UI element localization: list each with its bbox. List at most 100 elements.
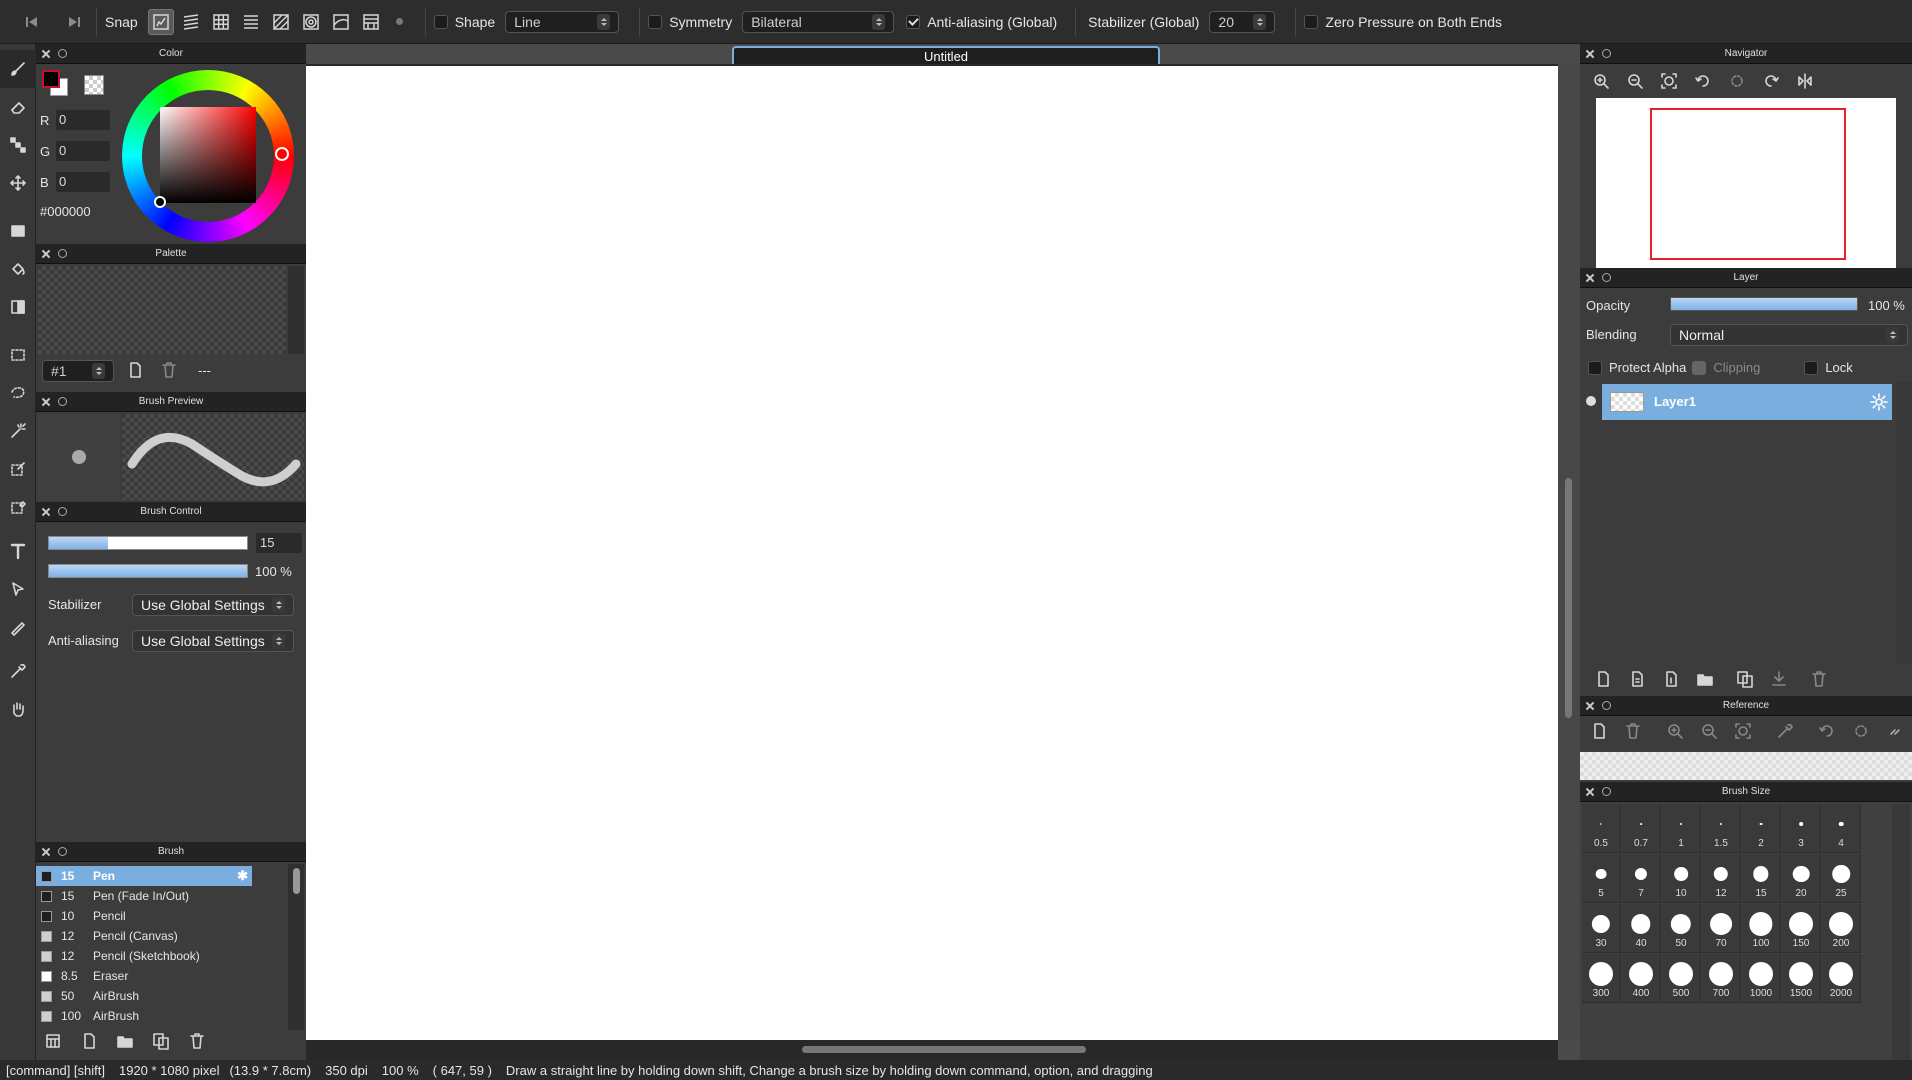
sv-cursor[interactable] xyxy=(154,196,166,208)
brush-list-scrollbar[interactable] xyxy=(288,864,304,1030)
brush-size-cell[interactable]: 100 xyxy=(1742,904,1781,953)
brush-list-item[interactable]: 10 Pencil xyxy=(36,906,252,926)
layer-opacity-slider[interactable] xyxy=(1670,297,1858,311)
brush-size-cell[interactable]: 7 xyxy=(1622,854,1661,903)
antialias-global-checkbox[interactable] xyxy=(906,14,921,29)
palette-swatch-area[interactable] xyxy=(38,266,286,354)
reference-zoom-in-button[interactable] xyxy=(1666,722,1684,740)
brush-list-item[interactable]: 100 AirBrush xyxy=(36,1006,252,1026)
tool-hand[interactable] xyxy=(0,690,36,728)
brush-size-cell[interactable]: 300 xyxy=(1582,954,1621,1003)
tool-move[interactable] xyxy=(0,164,36,202)
snap-diagonal-button[interactable] xyxy=(268,9,294,35)
antialias-select[interactable]: Use Global Settings xyxy=(132,630,294,652)
float-icon[interactable] xyxy=(1602,787,1611,796)
redo-button[interactable] xyxy=(60,8,88,36)
reference-fit-button[interactable] xyxy=(1734,722,1752,740)
snap-parallel-button[interactable] xyxy=(178,9,204,35)
tool-eyedropper[interactable] xyxy=(0,652,36,690)
transparent-color-swatch[interactable] xyxy=(84,75,104,95)
brush-list-item[interactable]: 15 Pen ✱ xyxy=(36,866,252,886)
close-icon[interactable] xyxy=(41,507,51,517)
float-icon[interactable] xyxy=(58,249,67,258)
hex-value[interactable]: #000000 xyxy=(40,204,91,219)
brush-size-cell[interactable]: 1 xyxy=(1662,804,1701,853)
new-8bit-layer-button[interactable] xyxy=(1662,670,1680,688)
navigator-view-frame[interactable] xyxy=(1650,108,1846,260)
r-value-field[interactable]: 0 xyxy=(56,110,110,130)
delete-layer-button[interactable] xyxy=(1810,670,1828,688)
tool-gradient[interactable] xyxy=(0,288,36,326)
tool-lasso[interactable] xyxy=(0,374,36,412)
tool-select[interactable] xyxy=(0,336,36,374)
reference-eyedropper-button[interactable] xyxy=(1776,722,1794,740)
snap-circle-button[interactable] xyxy=(298,9,324,35)
drawing-canvas[interactable] xyxy=(306,64,1558,1040)
new-folder-button[interactable] xyxy=(1696,670,1714,688)
hue-cursor[interactable] xyxy=(275,147,289,161)
brush-size-cell[interactable]: 200 xyxy=(1822,904,1861,953)
new-halftone-layer-button[interactable] xyxy=(1628,670,1646,688)
tool-text[interactable] xyxy=(0,532,36,570)
navigator-preview[interactable] xyxy=(1596,98,1896,268)
brush-size-cell[interactable]: 12 xyxy=(1702,854,1741,903)
tool-rectangle[interactable] xyxy=(0,212,36,250)
delete-palette-button[interactable] xyxy=(160,361,178,379)
brush-size-cell[interactable]: 3 xyxy=(1782,804,1821,853)
brush-folder-button[interactable] xyxy=(116,1032,134,1050)
layer-visibility-toggle[interactable] xyxy=(1586,396,1596,406)
layer-row[interactable]: Layer1 xyxy=(1602,384,1892,420)
brush-size-scrollbar[interactable] xyxy=(1892,804,1910,1060)
tool-dot[interactable] xyxy=(0,126,36,164)
zoom-out-button[interactable] xyxy=(1626,72,1644,90)
vertical-scrollbar[interactable] xyxy=(1558,64,1580,1040)
tool-operation[interactable] xyxy=(0,570,36,608)
snap-perspective-button[interactable] xyxy=(358,9,384,35)
new-layer-button[interactable] xyxy=(1594,670,1612,688)
brush-size-cell[interactable]: 2000 xyxy=(1822,954,1861,1003)
document-tab[interactable]: Untitled xyxy=(732,46,1160,66)
stabilizer-select[interactable]: Use Global Settings xyxy=(132,594,294,616)
rotate-left-button[interactable] xyxy=(1694,72,1712,90)
tool-divide[interactable] xyxy=(0,608,36,646)
gear-icon[interactable] xyxy=(1870,393,1888,411)
rotate-right-button[interactable] xyxy=(1762,72,1780,90)
zero-pressure-checkbox[interactable] xyxy=(1304,14,1319,29)
brush-size-cell[interactable]: 4 xyxy=(1822,804,1861,853)
brush-category-button[interactable] xyxy=(44,1032,62,1050)
brush-size-cell[interactable]: 30 xyxy=(1582,904,1621,953)
reference-new-button[interactable] xyxy=(1590,722,1608,740)
fit-button[interactable] xyxy=(1660,72,1678,90)
brush-size-cell[interactable]: 0.5 xyxy=(1582,804,1621,853)
brush-size-cell[interactable]: 15 xyxy=(1742,854,1781,903)
merge-down-button[interactable] xyxy=(1770,670,1788,688)
close-icon[interactable] xyxy=(41,249,51,259)
close-icon[interactable] xyxy=(1585,273,1595,283)
scroll-thumb[interactable] xyxy=(292,868,300,894)
saturation-value-square[interactable] xyxy=(160,107,256,203)
close-icon[interactable] xyxy=(41,397,51,407)
brush-size-cell[interactable]: 0.7 xyxy=(1622,804,1661,853)
brush-size-cell[interactable]: 500 xyxy=(1662,954,1701,1003)
gear-icon[interactable]: ✱ xyxy=(237,868,248,884)
snap-curve-button[interactable] xyxy=(328,9,354,35)
brush-size-cell[interactable]: 50 xyxy=(1662,904,1701,953)
close-icon[interactable] xyxy=(1585,49,1595,59)
reference-more-button[interactable] xyxy=(1886,722,1904,740)
brush-size-cell[interactable]: 1000 xyxy=(1742,954,1781,1003)
float-icon[interactable] xyxy=(58,507,67,516)
brush-list-item[interactable]: 50 AirBrush xyxy=(36,986,252,1006)
close-icon[interactable] xyxy=(41,49,51,59)
snap-horizontal-button[interactable] xyxy=(238,9,264,35)
brush-size-cell[interactable]: 25 xyxy=(1822,854,1861,903)
duplicate-layer-button[interactable] xyxy=(1736,670,1754,688)
close-icon[interactable] xyxy=(41,847,51,857)
brush-size-cell[interactable]: 150 xyxy=(1782,904,1821,953)
reference-delete-button[interactable] xyxy=(1624,722,1642,740)
scroll-thumb[interactable] xyxy=(1565,478,1572,718)
tool-eraser[interactable] xyxy=(0,88,36,126)
brush-size-cell[interactable]: 40 xyxy=(1622,904,1661,953)
palette-scrollbar[interactable] xyxy=(288,266,304,354)
float-icon[interactable] xyxy=(58,397,67,406)
reference-rotate-reset-button[interactable] xyxy=(1852,722,1870,740)
